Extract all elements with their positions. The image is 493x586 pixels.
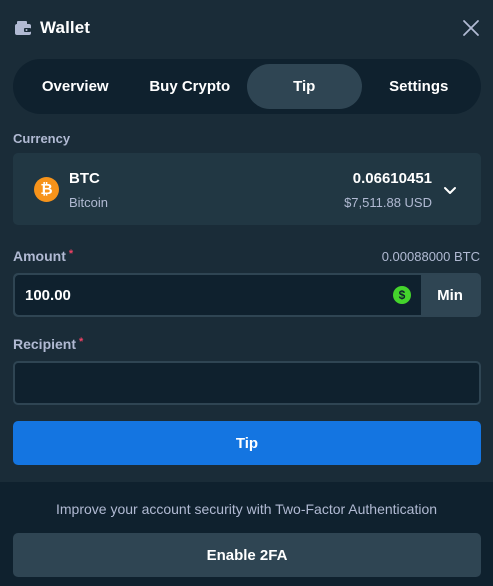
amount-value: 100.00 (25, 286, 71, 304)
balance-crypto: 0.06610451 (352, 170, 432, 187)
tab-buy-crypto[interactable]: Buy Crypto (133, 64, 248, 109)
amount-conversion: 0.00088000 BTC (381, 249, 480, 264)
tab-tip[interactable]: Tip (247, 64, 362, 109)
currency-select[interactable]: ₿ BTC Bitcoin 0.06610451 $7,511.88 USD (13, 153, 481, 225)
tip-button[interactable]: Tip (13, 421, 481, 465)
wallet-icon (14, 20, 32, 36)
currency-name: Bitcoin (69, 195, 109, 210)
security-notice: Improve your account security with Two-F… (55, 501, 438, 517)
amount-label: Amount * (13, 248, 73, 264)
recipient-input[interactable] (13, 361, 481, 405)
tab-overview[interactable]: Overview (18, 64, 133, 109)
balance-fiat: $7,511.88 USD (344, 195, 432, 210)
close-icon[interactable] (461, 18, 481, 38)
currency-label: Currency (13, 131, 71, 146)
recipient-label-text: Recipient (13, 336, 77, 352)
footer: Improve your account security with Two-F… (0, 482, 493, 586)
amount-input[interactable]: 100.00 $ (15, 275, 421, 315)
wallet-tabs: Overview Buy Crypto Tip Settings (13, 59, 481, 114)
chevron-down-icon (443, 183, 457, 194)
enable-2fa-button[interactable]: Enable 2FA (13, 533, 481, 577)
tab-settings[interactable]: Settings (362, 64, 477, 109)
currency-code: BTC (69, 170, 100, 187)
amount-label-text: Amount (13, 248, 66, 264)
wallet-header: Wallet (0, 0, 493, 56)
recipient-label: Recipient * (13, 336, 83, 352)
wallet-title: Wallet (40, 18, 91, 37)
bitcoin-icon: ₿ (34, 177, 59, 202)
required-mark: * (68, 248, 74, 260)
min-button[interactable]: Min (421, 275, 479, 315)
usd-icon: $ (393, 286, 411, 304)
required-mark: * (79, 336, 84, 348)
amount-field: 100.00 $ Min (13, 273, 481, 317)
